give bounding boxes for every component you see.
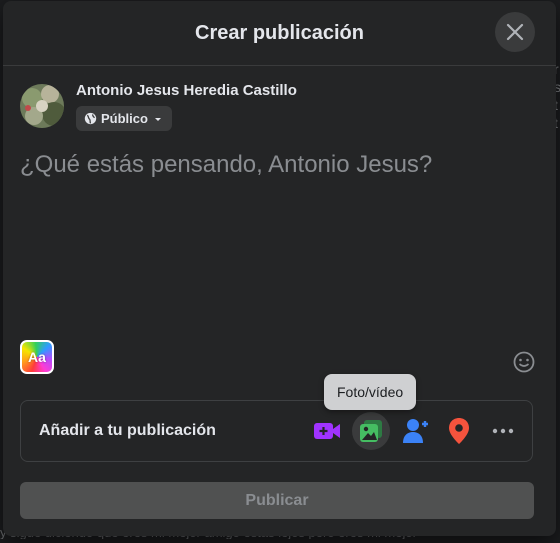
location-pin-icon <box>449 418 469 444</box>
post-author-row: Antonio Jesus Heredia Castillo Público <box>20 82 297 131</box>
globe-icon <box>84 112 97 125</box>
text-background-label: Aa <box>28 349 46 365</box>
photo-video-button[interactable] <box>352 412 390 450</box>
close-icon <box>506 23 524 41</box>
more-dots-icon <box>492 428 514 434</box>
dialog-header: Crear publicación <box>3 1 556 66</box>
close-button[interactable] <box>495 12 535 52</box>
create-post-dialog: Crear publicación Antonio Jesus Heredia … <box>3 1 556 536</box>
video-camera-plus-icon <box>314 423 340 439</box>
audience-selector[interactable]: Público <box>76 106 172 131</box>
photo-icon <box>360 420 382 442</box>
smiley-icon <box>513 351 535 373</box>
author-name: Antonio Jesus Heredia Castillo <box>76 82 297 99</box>
check-in-button[interactable] <box>440 412 478 450</box>
post-text-input[interactable]: ¿Qué estás pensando, Antonio Jesus? <box>20 151 540 179</box>
photo-video-tooltip: Foto/vídeo <box>324 374 417 410</box>
audience-label: Público <box>101 111 148 126</box>
add-to-post-label: Añadir a tu publicación <box>39 422 216 439</box>
avatar[interactable] <box>20 84 64 128</box>
author-info: Antonio Jesus Heredia Castillo Público <box>76 82 297 131</box>
caret-down-icon <box>154 117 161 121</box>
add-to-post-bar: Añadir a tu publicación <box>20 400 533 462</box>
avatar-image <box>20 84 64 128</box>
text-background-button[interactable]: Aa <box>20 340 54 374</box>
more-options-button[interactable] <box>484 412 522 450</box>
tag-user-icon <box>403 419 428 443</box>
live-video-button[interactable] <box>308 412 346 450</box>
publish-button[interactable]: Publicar <box>20 482 534 519</box>
dialog-title: Crear publicación <box>195 21 364 44</box>
emoji-button[interactable] <box>510 348 538 376</box>
tag-people-button[interactable] <box>397 412 435 450</box>
